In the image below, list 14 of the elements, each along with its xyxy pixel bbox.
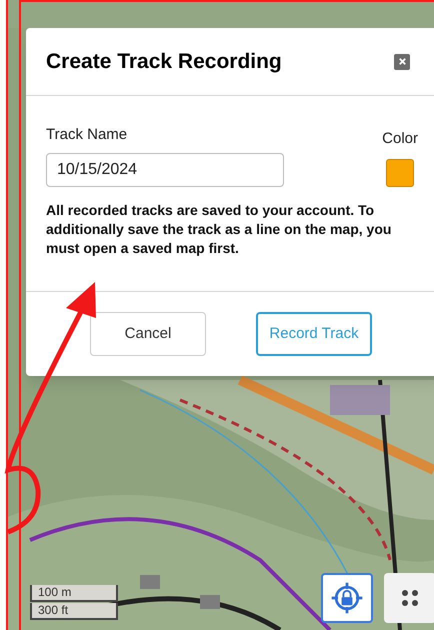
location-lock-button[interactable] (321, 573, 373, 623)
menu-button[interactable] (384, 573, 434, 623)
dots-icon (400, 588, 420, 608)
info-text: All recorded tracks are saved to your account. To additionally save the track as a line on the map, you must open a saved map first. (46, 200, 392, 258)
scale-bar: 300 ft (30, 603, 118, 620)
crosshair-lock-icon (329, 580, 365, 616)
cancel-button[interactable]: Cancel (90, 312, 206, 356)
track-name-field[interactable]: 10/15/2024 (46, 152, 284, 186)
dialog-title: Create Track Recording (46, 48, 282, 75)
field-label: Color (382, 129, 418, 149)
close-icon[interactable] (394, 54, 410, 70)
color-swatch[interactable] (386, 158, 414, 186)
scale-bar: 100 m (30, 585, 118, 602)
field-label: Track Name (46, 125, 128, 145)
